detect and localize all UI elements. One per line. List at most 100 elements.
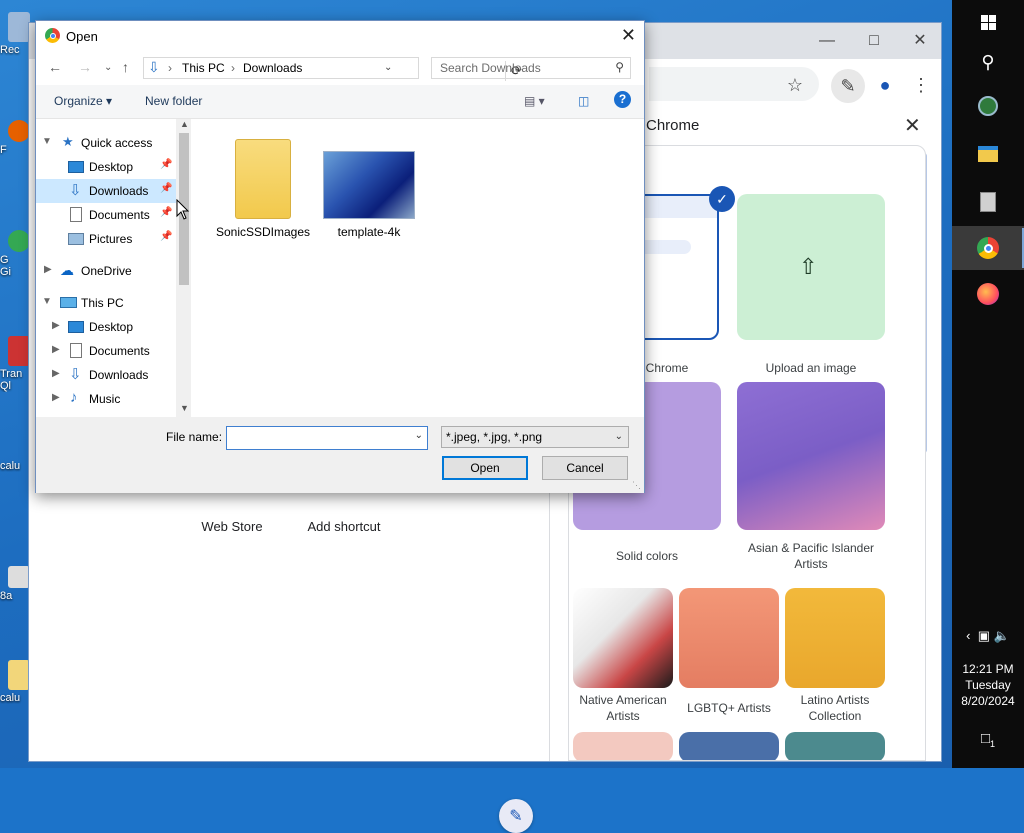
taskbar-app-1[interactable] (952, 84, 1024, 128)
nav-quick-access[interactable]: ▼ ★ Quick access (36, 131, 176, 155)
volume-muted-icon[interactable]: 🔈 (994, 628, 1010, 643)
search-icon: ⚲ (615, 60, 624, 74)
pin-icon: 📌 (160, 183, 173, 194)
cancel-button[interactable]: Cancel (542, 456, 628, 480)
new-folder-button[interactable]: New folder (145, 94, 202, 108)
up-arrow-icon[interactable]: ↑ (122, 59, 129, 75)
nav-pictures[interactable]: Pictures 📌 (36, 227, 176, 251)
file-type-select[interactable]: *.jpeg, *.jpg, *.png ⌄ (441, 426, 629, 448)
nav-pc-music[interactable]: ▶ ♪ Music (36, 387, 176, 411)
taskbar-app-3[interactable] (952, 180, 1024, 224)
command-bar: Organize ▾ New folder ▤ ▾ ◫ ? (36, 85, 644, 119)
collapsed-chevron-icon[interactable]: ▶ (52, 368, 60, 379)
file-name-input[interactable]: ⌄ (226, 426, 428, 450)
change-view-icon[interactable]: ▤ ▾ (524, 94, 545, 108)
nav-scrollbar[interactable]: ▲ ▼ (176, 119, 192, 417)
minimize-button[interactable]: — (812, 29, 842, 53)
file-name-dropdown-chevron-icon[interactable]: ⌄ (415, 430, 423, 441)
taskbar-file-explorer[interactable] (952, 132, 1024, 176)
desktop-icon-calu-2[interactable]: calu (0, 660, 30, 704)
collapsed-chevron-icon[interactable]: ▶ (52, 392, 60, 403)
collapsed-chevron-icon[interactable]: ▶ (44, 264, 52, 275)
chrome-menu-icon[interactable]: ⋮ (909, 73, 933, 97)
desktop-icon-firefox[interactable]: F (0, 120, 30, 156)
help-icon[interactable]: ? (614, 91, 631, 108)
mouse-cursor-icon (176, 199, 190, 220)
nav-pc-documents[interactable]: ▶ Documents (36, 339, 176, 363)
tile-more-1[interactable] (573, 732, 673, 760)
organize-button[interactable]: Organize ▾ (54, 94, 112, 108)
panel-close-icon[interactable]: ✕ (904, 113, 921, 138)
shortcut-add[interactable]: Add shortcut (289, 519, 399, 534)
file-item-folder[interactable]: SonicSSDImages (213, 139, 313, 239)
close-window-button[interactable]: ✕ (905, 29, 935, 53)
nav-onedrive[interactable]: ▶ ☁ OneDrive (36, 259, 176, 283)
resize-grip-icon[interactable]: ⋱ (632, 480, 641, 491)
shortcut-web-store[interactable]: Web Store (177, 519, 287, 534)
file-item-image[interactable]: template-4k (319, 139, 419, 239)
nav-label: Pictures (89, 232, 133, 246)
show-hidden-icons-chevron-icon[interactable]: ‹ (966, 628, 970, 643)
folder-icon (8, 660, 30, 690)
address-dropdown-chevron-icon[interactable]: ⌄ (384, 62, 392, 73)
network-icon[interactable]: ▣ (978, 628, 990, 643)
taskbar-firefox[interactable] (952, 272, 1024, 316)
tile-upload-image[interactable]: ⇧ (737, 194, 885, 340)
recent-locations-chevron-icon[interactable]: ⌄ (104, 62, 112, 73)
breadcrumb-this-pc[interactable]: This PC (182, 61, 225, 75)
tile-native-american[interactable] (573, 588, 673, 688)
navigation-pane: ▼ ★ Quick access Desktop 📌 ⇩ Downloads 📌… (36, 119, 191, 417)
open-button[interactable]: Open (442, 456, 528, 480)
tile-asian-pacific[interactable] (737, 382, 885, 530)
start-button[interactable] (952, 0, 1024, 44)
dialog-title: Open (66, 29, 98, 44)
desktop-icon-chrome[interactable]: G Gi (0, 230, 30, 278)
forward-arrow-icon[interactable]: → (78, 59, 92, 75)
back-arrow-icon[interactable]: ← (48, 59, 62, 75)
windows-icon (980, 14, 996, 30)
clock[interactable]: 12:21 PM Tuesday 8/20/2024 (952, 662, 1024, 708)
shortcut-label: Web Store (201, 519, 263, 534)
tile-label: Solid colors (615, 549, 679, 563)
nav-desktop[interactable]: Desktop 📌 (36, 155, 176, 179)
tile-more-3[interactable] (785, 732, 885, 760)
desktop-icon-calu[interactable]: calu (0, 460, 30, 472)
desktop-icon-8a[interactable]: 8a (0, 566, 30, 602)
profile-icon[interactable]: ● (873, 73, 897, 97)
tile-more-2[interactable] (679, 732, 779, 760)
tray-icons: ‹ ▣ 🔈 (952, 628, 1024, 644)
scroll-down-icon[interactable]: ▼ (180, 403, 189, 413)
downloads-arrow-icon: ⇩ (148, 59, 160, 75)
nav-documents[interactable]: Documents 📌 (36, 203, 176, 227)
customize-pencil-icon[interactable]: ✎ (831, 69, 865, 103)
address-bar[interactable]: ⇩ › This PC › Downloads ⌄ ⟳ (143, 57, 522, 81)
nav-pc-desktop[interactable]: ▶ Desktop (36, 315, 176, 339)
maximize-button[interactable]: □ (859, 29, 889, 53)
customize-chrome-button[interactable]: ✎ (499, 799, 533, 833)
dialog-title-bar: Open ✕ (36, 21, 644, 51)
close-icon[interactable]: ✕ (621, 25, 636, 46)
expanded-chevron-icon[interactable]: ▼ (42, 296, 52, 307)
nav-this-pc[interactable]: ▼ This PC (36, 291, 176, 315)
scroll-up-icon[interactable]: ▲ (180, 119, 189, 129)
preview-pane-icon[interactable]: ◫ (578, 94, 589, 108)
clock-date: 8/20/2024 (961, 694, 1015, 708)
search-input[interactable]: Search Downloads ⚲ (431, 57, 631, 79)
action-center-button[interactable]: □1 (952, 730, 1024, 749)
nav-pc-downloads[interactable]: ▶ ⇩ Downloads (36, 363, 176, 387)
bookmark-star-icon[interactable]: ☆ (783, 73, 807, 97)
tile-lgbtq[interactable] (679, 588, 779, 688)
breadcrumb-downloads[interactable]: Downloads (243, 61, 302, 75)
tile-label: Native American Artists (579, 693, 667, 723)
taskbar-chrome[interactable] (952, 226, 1024, 270)
tile-latino[interactable] (785, 588, 885, 688)
desktop-icon-transfer[interactable]: Tran Ql (0, 336, 30, 392)
expanded-chevron-icon[interactable]: ▼ (42, 136, 52, 147)
collapsed-chevron-icon[interactable]: ▶ (52, 320, 60, 331)
app-icon (8, 336, 30, 366)
nav-downloads[interactable]: ⇩ Downloads 📌 (36, 179, 176, 203)
pin-icon: 📌 (160, 159, 173, 170)
search-button[interactable]: ⚲ (952, 40, 1024, 84)
desktop-icon-recycle-bin[interactable]: Rec (0, 12, 30, 56)
collapsed-chevron-icon[interactable]: ▶ (52, 344, 60, 355)
